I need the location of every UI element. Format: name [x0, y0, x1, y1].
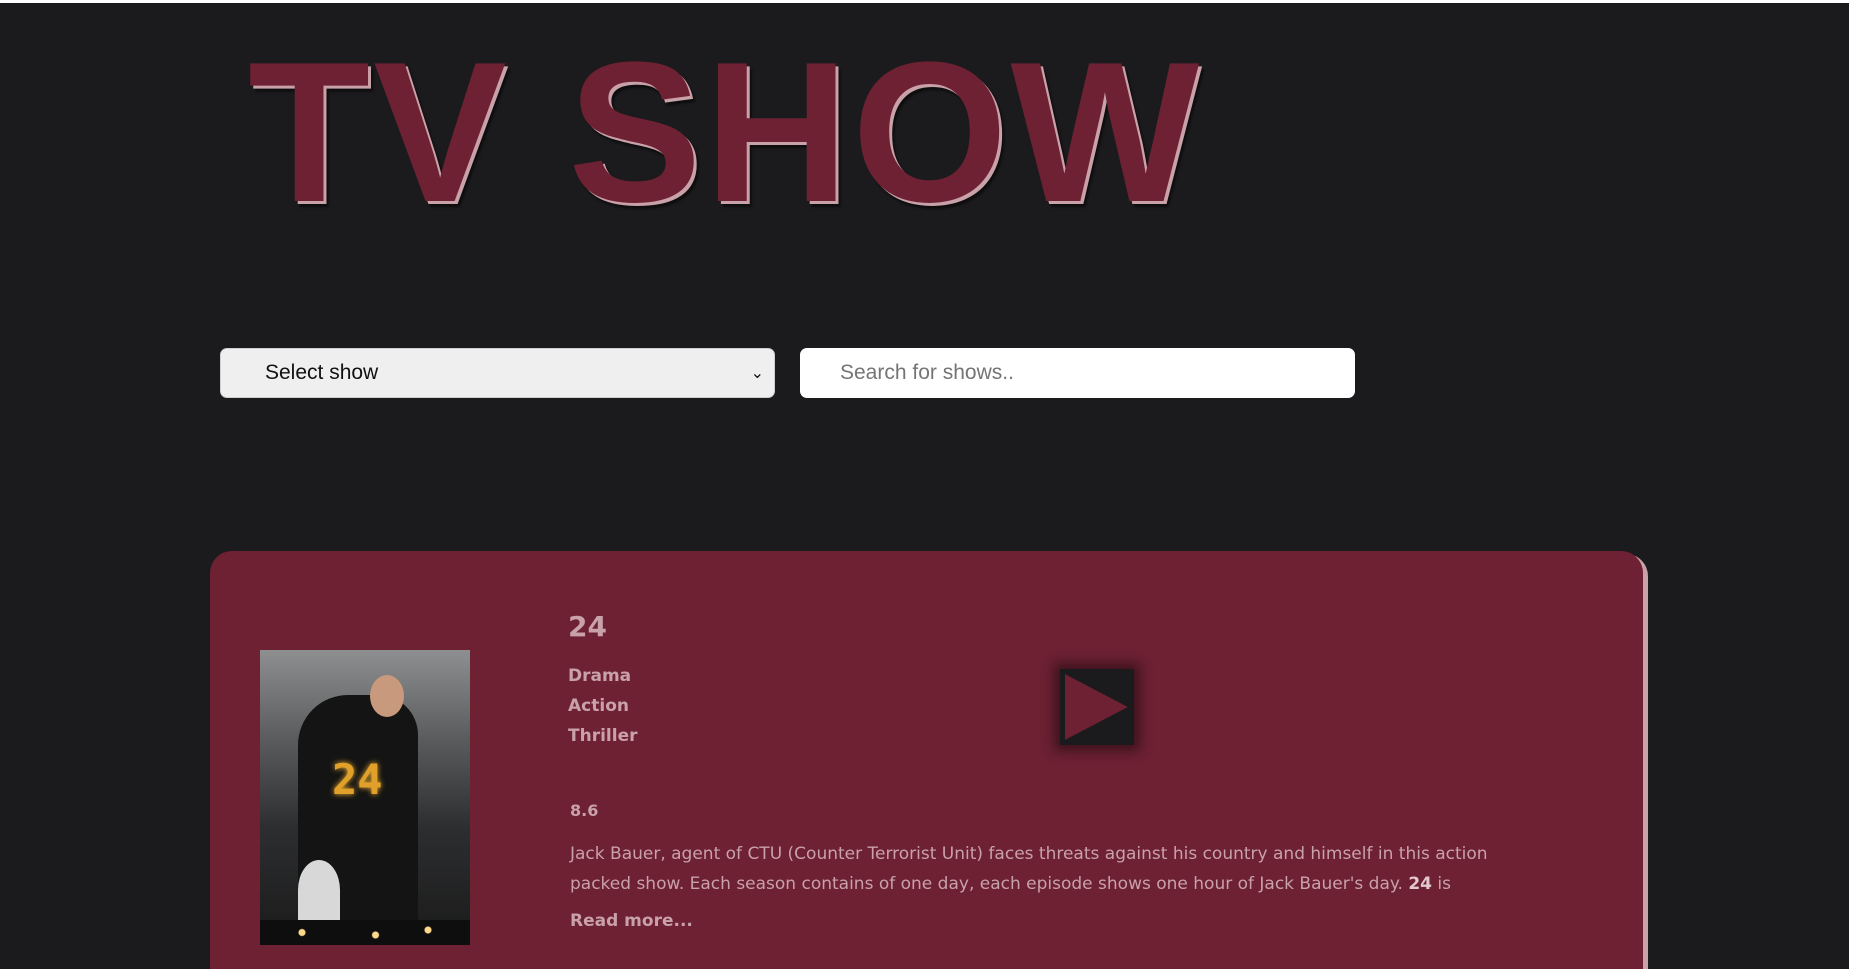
controls-bar: Select show ⌄ — [220, 348, 1355, 398]
show-summary: Jack Bauer, agent of CTU (Counter Terror… — [570, 839, 1490, 899]
chevron-down-icon: ⌄ — [750, 365, 764, 382]
show-rating: 8.6 — [570, 801, 599, 820]
show-select-dropdown[interactable]: Select show ⌄ — [220, 348, 775, 398]
show-card: 24 24 Drama Action Thriller 8.6 Jack Bau… — [210, 551, 1643, 969]
summary-tail: is — [1437, 874, 1451, 894]
read-more-link[interactable]: Read more... — [570, 911, 693, 931]
search-input[interactable] — [800, 348, 1355, 398]
play-button[interactable] — [1060, 669, 1134, 745]
show-name: 24 — [568, 610, 607, 643]
summary-text: Jack Bauer, agent of CTU (Counter Terror… — [570, 844, 1488, 894]
genre-item: Action — [568, 696, 629, 716]
page: TV SHOW Select show ⌄ 24 24 Drama Action… — [0, 0, 1849, 969]
genre-list: Drama Action Thriller — [568, 661, 637, 751]
site-title: TV SHOW — [248, 21, 1203, 244]
summary-bold: 24 — [1408, 874, 1432, 894]
poster-capitol-dome — [298, 860, 340, 920]
poster-city-lights — [260, 920, 470, 945]
poster-logo-text: 24 — [332, 755, 383, 804]
show-poster[interactable]: 24 — [260, 650, 470, 945]
play-icon — [1065, 674, 1128, 740]
genre-item: Drama — [568, 666, 632, 686]
show-select-label: Select show — [265, 361, 379, 384]
poster-head — [370, 675, 404, 717]
genre-item: Thriller — [568, 726, 638, 746]
